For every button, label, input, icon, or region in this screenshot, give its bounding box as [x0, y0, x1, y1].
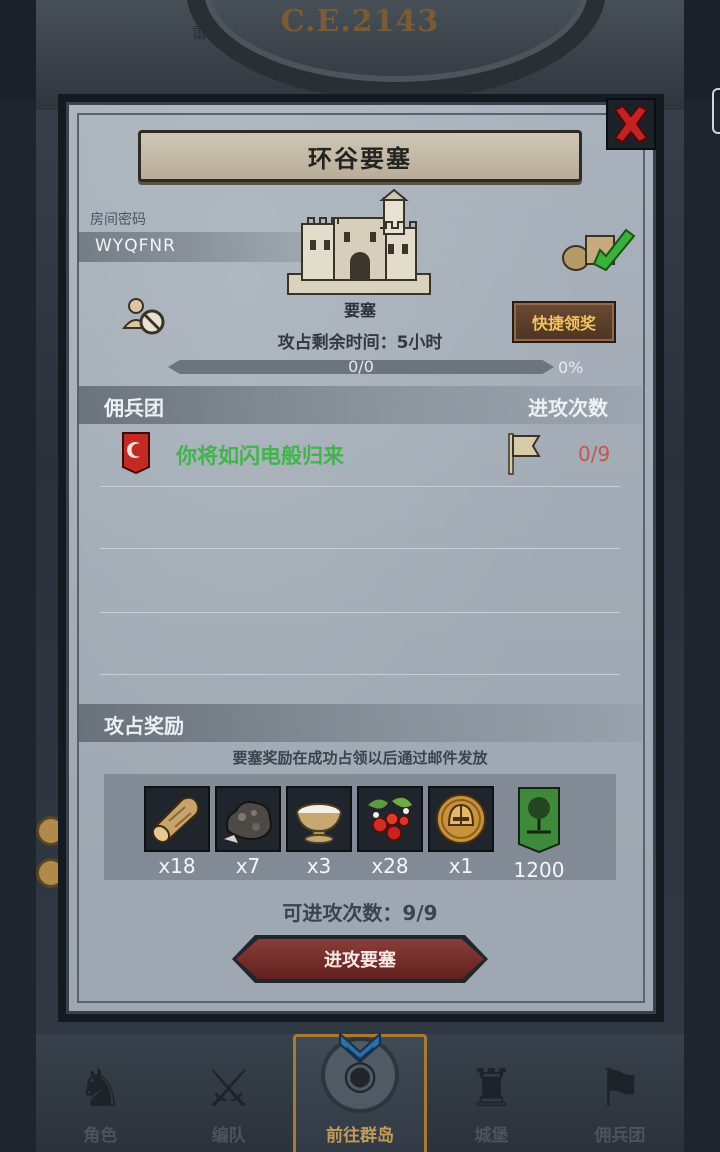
attack-fortress-label: 进攻要塞	[236, 939, 484, 979]
nav-label: 前往群岛	[326, 1126, 395, 1146]
reward-item[interactable]: x1	[428, 786, 494, 878]
knight-icon: ♞	[76, 1059, 124, 1119]
reward-quantity: x1	[448, 854, 474, 878]
right-edge	[684, 100, 720, 1152]
nav-item-formation[interactable]: ⚔ 编队	[164, 1034, 292, 1152]
attack-count-header: 进攻次数	[528, 396, 608, 420]
attack-fortress-button[interactable]: 进攻要塞	[232, 935, 488, 983]
reward-quantity: 1200	[513, 858, 565, 882]
close-button[interactable]	[606, 98, 656, 150]
crescent-banner-icon	[122, 432, 150, 474]
fortress-label: 要塞	[343, 301, 376, 320]
left-edge	[0, 100, 36, 1152]
reward-quantity: x18	[158, 854, 196, 878]
flag-icon	[508, 433, 541, 475]
close-icon	[613, 104, 649, 144]
era-date: C.E.2143	[280, 4, 440, 39]
mercenary-icon: ⚑	[596, 1059, 644, 1119]
nav-label: 编队	[211, 1126, 246, 1146]
rewards-header: 攻占奖励	[104, 714, 184, 738]
side-handle[interactable]	[712, 88, 720, 134]
row-divider	[100, 486, 620, 487]
reward-icon-frame	[428, 786, 494, 852]
reward-quantity: x3	[306, 854, 332, 878]
fortress-icon	[287, 188, 431, 295]
row-divider	[100, 548, 620, 549]
row-divider	[100, 612, 620, 613]
room-code-label: 房间密码	[90, 212, 146, 228]
reward-icon-frame	[286, 786, 352, 852]
wood-log-icon	[151, 796, 200, 844]
attack-time-remaining: 攻占剩余时间：5小时	[277, 333, 443, 353]
mercenary-header: 佣兵团	[104, 396, 164, 420]
reward-icon-frame	[144, 786, 210, 852]
bowl-icon	[296, 803, 342, 844]
ore-icon	[224, 801, 272, 843]
mercenary-attack-count: 0/9	[578, 442, 611, 466]
nav-label: 角色	[83, 1126, 118, 1146]
castle-icon: ♜	[468, 1059, 515, 1119]
reward-quantity: x7	[235, 854, 261, 878]
available-attacks: 可进攻次数：9/9	[282, 901, 438, 925]
top-tab-text: 雷鸣	[192, 24, 223, 42]
nav-label: 城堡	[474, 1126, 509, 1146]
reward-item[interactable]: 1200	[509, 786, 569, 882]
title-plate: 环谷要塞	[138, 130, 582, 182]
reward-note: 要塞奖励在成功占领以后通过邮件发放	[232, 749, 488, 767]
tree-banner-icon	[518, 787, 560, 854]
nav-item-mercenary[interactable]: ⚑ 佣兵团	[556, 1034, 684, 1152]
progress-text: 0/0	[348, 357, 374, 376]
reward-item[interactable]: x7	[215, 786, 281, 878]
nav-label: 佣兵团	[594, 1126, 646, 1146]
nav-item-castle[interactable]: ♜ 城堡	[427, 1034, 555, 1152]
loot-bags-icon[interactable]	[560, 226, 636, 272]
reward-item[interactable]: x28	[357, 786, 423, 878]
progress-percent: 0%	[558, 358, 584, 377]
reward-icon-frame	[215, 786, 281, 852]
reward-quantity: x28	[371, 854, 409, 878]
squad-icon: ⚔	[205, 1059, 252, 1119]
row-divider	[100, 674, 620, 675]
mercenary-row[interactable]: 你将如闪电般归来 0/9	[78, 424, 642, 486]
reward-icon-frame	[357, 786, 423, 852]
reward-item[interactable]: x18	[144, 786, 210, 878]
nav-item-character[interactable]: ♞ 角色	[36, 1034, 164, 1152]
room-code-value[interactable]: WYQFNR	[95, 236, 176, 256]
chevron-down-icon	[339, 1031, 381, 1064]
helmet-coin-icon	[436, 794, 486, 844]
reward-item[interactable]: x3	[286, 786, 352, 878]
berries-icon	[368, 797, 412, 841]
dialog-title: 环谷要塞	[308, 144, 412, 173]
mercenary-name: 你将如闪电般归来	[176, 444, 344, 468]
